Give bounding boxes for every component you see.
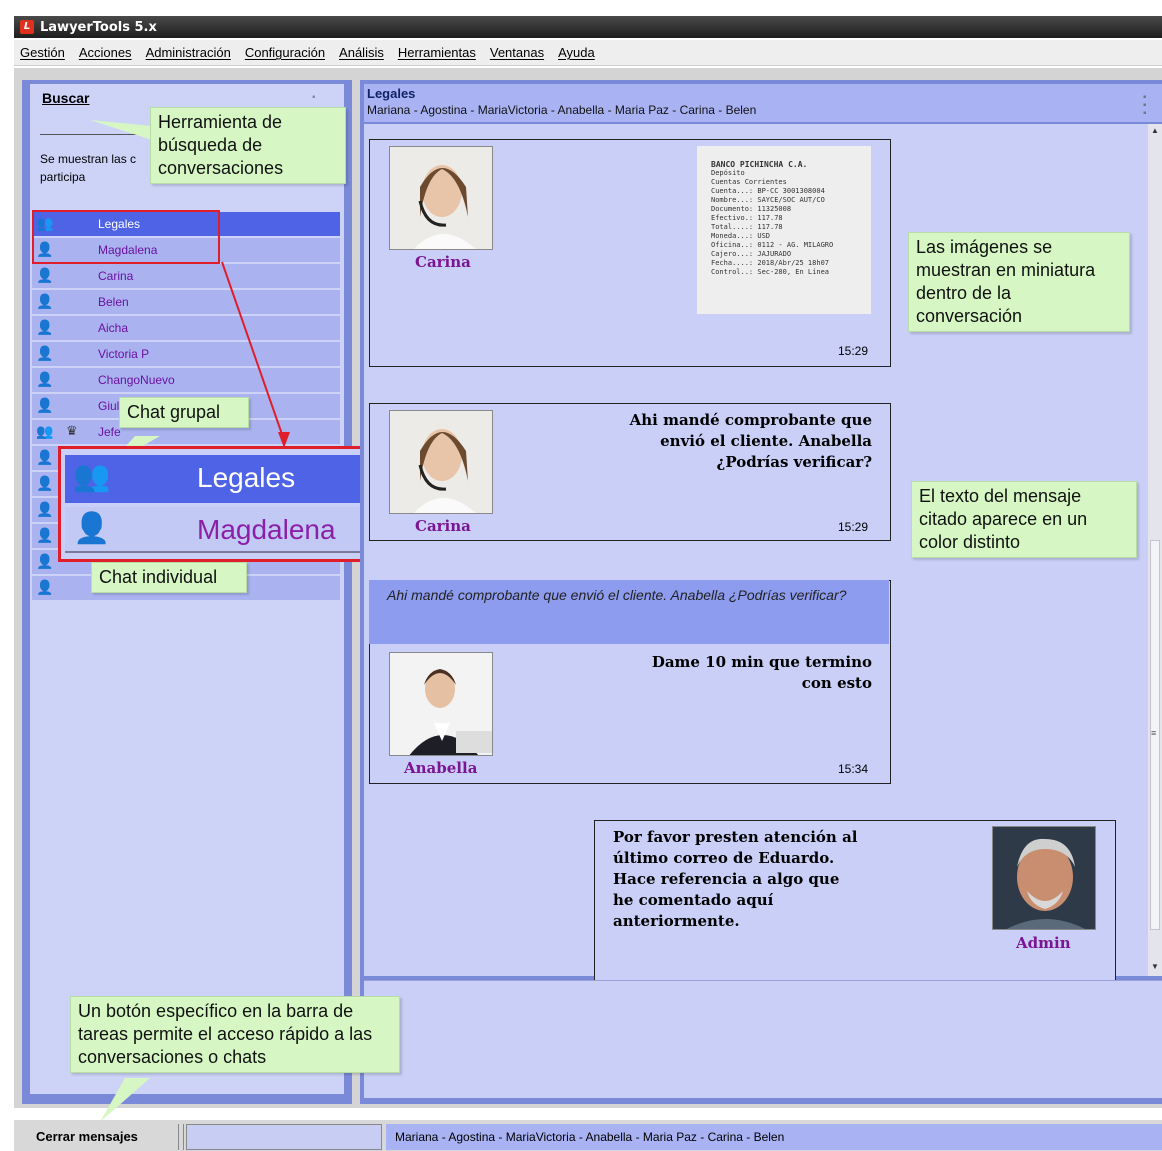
user-icon: 👤 — [73, 512, 111, 545]
conversation-name: ChangoNuevo — [98, 373, 175, 387]
message-time: 15:29 — [838, 344, 869, 358]
zoom-inset: 👥 Legales 👤 Magdalena — [58, 446, 398, 562]
close-messages-button[interactable]: Cerrar mensajes — [22, 1124, 172, 1150]
receipt-line: Documento: 11325008 — [711, 205, 792, 213]
callout-search-tool: Herramienta de búsqueda de conversacione… — [150, 107, 346, 184]
message-text: Por favor presten atención al último cor… — [613, 828, 858, 930]
message-text: Ahi mandé comprobante que envió el clien… — [629, 411, 872, 471]
menu-ventanas[interactable]: Ventanas — [490, 45, 544, 60]
conversation-name: Aicha — [98, 321, 129, 335]
group-icon: 👥 — [36, 423, 54, 439]
highlight-box — [32, 210, 220, 264]
user-icon: 👤 — [36, 501, 54, 517]
receipt-line: Oficina..: 0112 - AG. MILAGRO — [711, 241, 834, 249]
chat-members: Mariana - Agostina - MariaVictoria - Ana… — [367, 103, 757, 117]
conversation-name: Belen — [98, 295, 129, 309]
zoom-group-row: 👥 Legales — [65, 455, 393, 503]
message-author: Carina — [415, 517, 471, 535]
message-author: Anabella — [404, 759, 478, 777]
search-title[interactable]: Buscar — [42, 90, 89, 106]
user-icon: 👤 — [36, 527, 54, 543]
user-icon: 👤 — [36, 371, 54, 387]
attached-image-thumbnail[interactable]: BANCO PICHINCHA C.A. Depósito Cuentas Co… — [697, 146, 871, 314]
conversation-name: Victoria P — [98, 347, 150, 361]
conversation-item-carina[interactable]: 👤 Carina — [32, 264, 340, 288]
conversation-name: Jefe — [98, 425, 121, 439]
status-field — [186, 1124, 382, 1150]
receipt-line: Fecha....: 2018/Abr/25 18h07 — [711, 259, 830, 267]
user-icon: 👤 — [36, 579, 54, 595]
receipt-line: Cajero...: JAJURADO — [711, 250, 792, 258]
receipt-line: Cuentas Corrientes — [711, 178, 787, 186]
scroll-grip-icon: ≡ — [1151, 728, 1157, 738]
callout-individual-chat: Chat individual — [91, 562, 247, 593]
callout-group-chat: Chat grupal — [119, 397, 249, 428]
app-logo-icon: L — [20, 20, 34, 34]
user-icon: 👤 — [36, 293, 54, 309]
menu-analisis[interactable]: Análisis — [339, 45, 384, 60]
scroll-down-arrow-icon[interactable]: ▼ — [1151, 962, 1159, 971]
receipt-line: Control..: Sec-280, En Línea — [711, 268, 830, 276]
receipt-line: Nombre...: SAYCE/SOC AUT/CO — [711, 196, 825, 204]
quoted-message: Ahi mandé comprobante que envió el clien… — [369, 580, 889, 644]
conversation-item-victoria[interactable]: 👤 Victoria P — [32, 342, 340, 366]
zoom-individual-row: 👤 Magdalena — [65, 507, 393, 553]
title-bar: L LawyerTools 5.x — [14, 16, 1162, 38]
search-description: Se muestran las c participa — [40, 152, 137, 184]
open-chat-button[interactable]: Mariana - Agostina - MariaVictoria - Ana… — [386, 1124, 1162, 1150]
message-time: 15:34 — [838, 762, 869, 776]
callout-taskbar: Un botón específico en la barra de tarea… — [70, 996, 400, 1073]
receipt-line: Depósito — [711, 169, 745, 177]
receipt-line: BANCO PICHINCHA C.A. — [711, 160, 808, 169]
user-icon: 👤 — [36, 267, 54, 283]
chat-title: Legales — [367, 86, 416, 101]
group-icon: 👥 — [73, 460, 111, 493]
receipt-line: Total....: 117.78 — [711, 223, 783, 231]
header-menu-icon[interactable]: ▪ ▪ ▪ — [1143, 93, 1147, 119]
menu-acciones[interactable]: Acciones — [79, 45, 132, 60]
receipt-line: Efectivo.: 117.78 — [711, 214, 783, 222]
scroll-up-arrow-icon[interactable]: ▲ — [1151, 126, 1159, 135]
status-separator — [178, 1124, 184, 1150]
user-icon: 👤 — [36, 475, 54, 491]
avatar-anabella — [389, 652, 493, 756]
conversation-item-changonuevo[interactable]: 👤 ChangoNuevo — [32, 368, 340, 392]
zoom-group-name: Legales — [197, 462, 296, 493]
avatar-admin — [992, 826, 1096, 930]
menu-ayuda[interactable]: Ayuda — [558, 45, 595, 60]
menu-herramientas[interactable]: Herramientas — [398, 45, 476, 60]
conversation-item-belen[interactable]: 👤 Belen — [32, 290, 340, 314]
user-icon: 👤 — [36, 397, 54, 413]
menu-bar: Gestión Acciones Administración Configur… — [14, 40, 1162, 66]
message-text: Dame 10 min que termino con esto — [651, 653, 872, 692]
message-author: Admin — [1016, 934, 1071, 952]
callout-quoted-text: El texto del mensaje citado aparece en u… — [911, 481, 1137, 558]
message-author: Carina — [415, 253, 471, 271]
menu-configuracion[interactable]: Configuración — [245, 45, 325, 60]
avatar-carina — [389, 146, 493, 250]
receipt-line: Cuenta...: BP-CC 3001308004 — [711, 187, 825, 195]
callout-thumbnails: Las imágenes se muestran en miniatura de… — [908, 232, 1130, 332]
user-icon: 👤 — [36, 319, 54, 335]
panel-menu-icon[interactable]: ▪ — [312, 92, 316, 103]
user-icon: 👤 — [36, 449, 54, 465]
message-input[interactable] — [364, 980, 1162, 1098]
receipt-line: Moneda...: USD — [711, 232, 771, 240]
crown-icon: ♛ — [66, 423, 78, 438]
user-icon: 👤 — [36, 345, 54, 361]
menu-gestion[interactable]: Gestión — [20, 45, 65, 60]
conversation-item-aicha[interactable]: 👤 Aicha — [32, 316, 340, 340]
avatar-carina — [389, 410, 493, 514]
conversation-name: Giul — [98, 399, 120, 413]
window-title: LawyerTools 5.x — [40, 19, 157, 35]
user-icon: 👤 — [36, 553, 54, 569]
zoom-individual-name: Magdalena — [197, 514, 336, 545]
message-time: 15:29 — [838, 520, 869, 534]
menu-administracion[interactable]: Administración — [146, 45, 231, 60]
conversation-name: Carina — [98, 269, 134, 283]
